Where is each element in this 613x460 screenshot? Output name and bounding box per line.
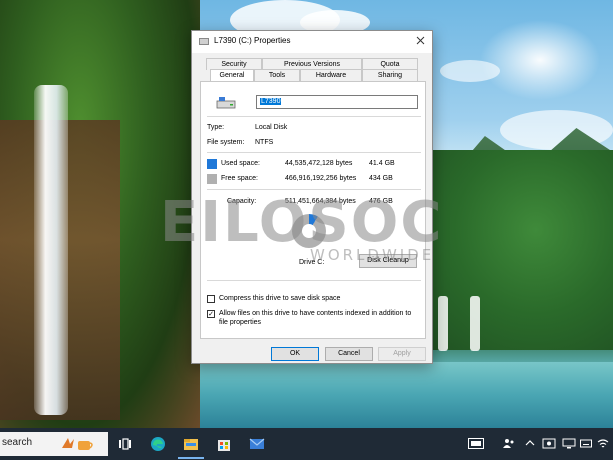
file-explorer-button[interactable] <box>181 434 201 454</box>
compress-label: Compress this drive to save disk space <box>219 295 341 302</box>
people-button[interactable] <box>503 438 515 453</box>
divider <box>207 116 421 117</box>
tab-sharing[interactable]: Sharing <box>362 69 418 81</box>
meet-now-icon <box>468 438 484 449</box>
free-space-label: Free space: <box>221 175 258 182</box>
mail-icon <box>249 438 265 449</box>
task-view-icon <box>119 438 131 450</box>
dialog-title: L7390 (C:) Properties <box>214 36 291 45</box>
used-space-label: Used space: <box>221 160 260 167</box>
disk-cleanup-button[interactable]: Disk Cleanup <box>359 254 417 268</box>
file-system-value: NTFS <box>255 139 274 146</box>
used-space-swatch <box>207 159 217 169</box>
display-icon <box>562 438 576 449</box>
free-space-swatch <box>207 174 217 184</box>
general-tab-panel: L7390 Type: Local Disk File system: NTFS… <box>200 81 426 339</box>
free-space-bytes: 466,916,192,256 bytes <box>285 175 357 182</box>
drive-properties-dialog: L7390 (C:) Properties Security Previous … <box>191 30 433 364</box>
disk-usage-pie-chart <box>292 214 326 248</box>
divider <box>207 189 421 190</box>
search-placeholder: search <box>2 437 33 448</box>
task-view-button[interactable] <box>115 434 135 454</box>
active-app-indicator <box>178 457 204 459</box>
ok-button[interactable]: OK <box>271 347 319 361</box>
type-label: Type: <box>207 124 225 131</box>
wallpaper-small-waterfall <box>438 296 448 351</box>
taskbar-search-box[interactable]: search <box>0 432 108 456</box>
divider <box>207 152 421 153</box>
taskbar: search <box>0 428 613 460</box>
capacity-gb: 476 GB <box>369 198 393 205</box>
index-label-line2: file properties <box>219 319 262 326</box>
file-explorer-icon <box>184 439 198 450</box>
wallpaper-lake <box>150 362 613 428</box>
wallpaper-cloud <box>440 60 500 82</box>
index-checkbox[interactable]: ✓ <box>207 310 215 318</box>
drive-label: Drive C: <box>299 259 325 266</box>
close-button[interactable] <box>412 34 428 50</box>
meet-now-button[interactable] <box>468 438 484 453</box>
search-highlight-icon <box>62 438 93 450</box>
drive-icon <box>216 97 236 109</box>
onedrive-button[interactable] <box>542 438 556 453</box>
store-button[interactable] <box>214 434 234 454</box>
file-system-label: File system: <box>207 139 245 146</box>
dialog-titlebar[interactable]: L7390 (C:) Properties <box>192 31 432 53</box>
free-space-gb: 434 GB <box>369 175 393 182</box>
display-button[interactable] <box>562 438 576 453</box>
used-space-gb: 41.4 GB <box>369 160 395 167</box>
wallpaper-trees-right <box>420 150 613 350</box>
tab-tools[interactable]: Tools <box>254 69 300 81</box>
wallpaper-small-waterfall <box>470 296 480 351</box>
close-icon <box>416 36 424 45</box>
drive-name-input[interactable]: L7390 <box>256 95 418 109</box>
keyboard-button[interactable] <box>580 438 592 453</box>
edge-icon <box>151 437 165 451</box>
wallpaper-sun-glow <box>480 20 600 100</box>
wifi-icon <box>597 439 609 448</box>
wallpaper-waterfall <box>34 85 68 415</box>
drive-name-selected-text: L7390 <box>260 98 282 105</box>
capacity-bytes: 511,451,664,384 bytes <box>285 198 356 205</box>
network-button[interactable] <box>597 438 609 453</box>
tab-hardware[interactable]: Hardware <box>300 69 362 81</box>
mail-button[interactable] <box>247 434 267 454</box>
show-hidden-icons-button[interactable] <box>525 438 535 453</box>
cloud-icon <box>542 438 556 449</box>
tab-row-lower: General Tools Hardware Sharing <box>206 69 426 82</box>
drive-small-icon <box>199 38 209 45</box>
apply-button[interactable]: Apply <box>378 347 426 361</box>
pie-center <box>302 224 316 238</box>
type-value: Local Disk <box>255 124 288 131</box>
edge-button[interactable] <box>148 434 168 454</box>
keyboard-icon <box>580 439 592 448</box>
compress-checkbox[interactable] <box>207 295 215 303</box>
cancel-button[interactable]: Cancel <box>325 347 373 361</box>
index-label-line1: Allow files on this drive to have conten… <box>219 310 412 317</box>
divider <box>207 280 421 281</box>
used-space-bytes: 44,535,472,128 bytes <box>285 160 353 167</box>
people-icon <box>503 439 514 448</box>
capacity-label: Capacity: <box>227 198 257 205</box>
store-icon <box>218 440 230 451</box>
chevron-up-icon <box>525 440 535 446</box>
